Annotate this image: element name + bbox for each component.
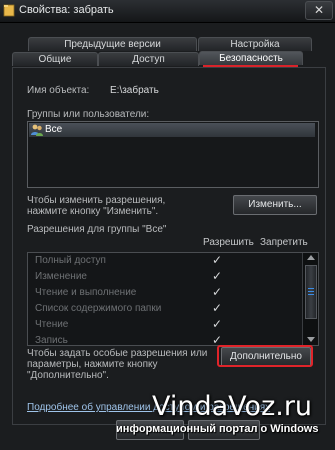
tab-sharing[interactable]: Доступ xyxy=(98,52,199,66)
grip-line xyxy=(308,294,314,295)
highlight-frame xyxy=(217,345,313,367)
tab-previous-versions[interactable]: Предыдущие версии xyxy=(28,37,197,51)
special-permissions-hint: Чтобы задать особые разрешения или парам… xyxy=(27,348,208,381)
groups-listbox[interactable]: Все xyxy=(27,121,319,188)
scroll-down-arrow-icon[interactable] xyxy=(307,337,315,342)
groups-label: Группы или пользователи: xyxy=(27,109,150,120)
permission-name: Изменение xyxy=(35,271,87,282)
permission-name: Запись xyxy=(35,335,68,346)
folder-icon xyxy=(3,4,15,17)
watermark-tagline: информационный портал о Windows xyxy=(116,423,319,435)
object-name-label: Имя объекта: xyxy=(27,85,90,96)
change-button[interactable]: Изменить... xyxy=(233,195,317,215)
permissions-label: Разрешения для группы "Все" xyxy=(27,224,167,235)
permission-name: Список содержимого папки xyxy=(35,303,162,314)
scroll-up-arrow-icon[interactable] xyxy=(307,255,315,260)
tab-general[interactable]: Общие xyxy=(12,52,98,66)
permissions-list: Полный доступ ✓ Изменение ✓ Чтение и вып… xyxy=(27,252,319,346)
object-name-value: E:\забрать xyxy=(110,85,159,96)
permission-name: Чтение xyxy=(35,319,69,330)
allow-header: Разрешить xyxy=(203,237,254,248)
users-icon xyxy=(31,124,43,136)
permission-row: Чтение ✓ xyxy=(28,317,300,333)
window-title: Свойства: забрать xyxy=(19,4,114,16)
grip-line xyxy=(308,288,314,289)
tab-security[interactable]: Безопасность xyxy=(199,51,303,65)
permission-name: Чтение и выполнение xyxy=(35,287,137,298)
deny-header: Запретить xyxy=(260,237,308,248)
watermark-site: VindaVoz.ru xyxy=(152,391,313,422)
grip-line xyxy=(308,291,314,292)
allow-check-icon: ✓ xyxy=(212,253,223,267)
permission-row: Чтение и выполнение ✓ xyxy=(28,285,300,301)
change-hint: Чтобы изменить разрешения, нажмите кнопк… xyxy=(27,195,166,217)
list-item[interactable]: Все xyxy=(29,123,315,137)
permission-name: Полный доступ xyxy=(35,255,106,266)
scroll-thumb[interactable] xyxy=(305,265,317,319)
allow-check-icon: ✓ xyxy=(212,301,223,315)
permissions-scrollbar[interactable] xyxy=(302,253,318,345)
allow-check-icon: ✓ xyxy=(212,285,223,299)
title-bar: Свойства: забрать ✕ xyxy=(0,0,335,23)
close-button[interactable]: ✕ xyxy=(305,1,333,20)
permission-row: Полный доступ ✓ xyxy=(28,253,300,269)
allow-check-icon: ✓ xyxy=(212,269,223,283)
allow-check-icon: ✓ xyxy=(212,317,223,331)
permission-row: Изменение ✓ xyxy=(28,269,300,285)
tab-customize[interactable]: Настройка xyxy=(198,37,312,51)
group-name: Все xyxy=(45,124,63,135)
permission-row: Список содержимого папки ✓ xyxy=(28,301,300,317)
